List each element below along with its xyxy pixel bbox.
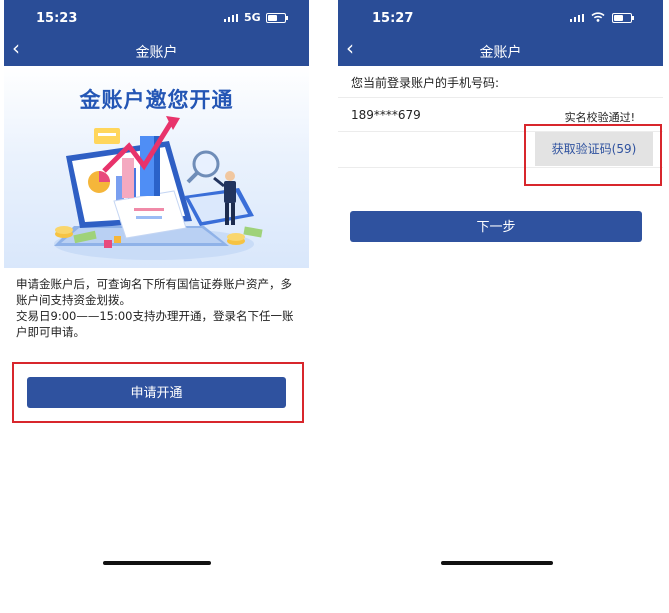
phone-screen-apply: 15:23 5G ‹ 金账户 金账户邀您开通 申请金账户后，可查询名下所有国信证… [4, 0, 309, 613]
page-title: 金账户 [479, 45, 522, 61]
phone-screen-verify: 15:27 ‹ 金账户 您当前登录账户的手机号码: 189****679 实名校… [338, 0, 663, 613]
network-type: 5G [244, 11, 261, 24]
divider [338, 97, 663, 98]
next-step-button[interactable]: 下一步 [350, 211, 642, 242]
status-bar: 15:23 5G [4, 0, 309, 34]
promo-banner: 金账户邀您开通 [4, 66, 309, 268]
status-bar: 15:27 [338, 0, 663, 34]
status-time: 15:27 [372, 11, 414, 26]
description-line-2: 交易日9:00——15:00支持办理开通，登录名下任一账户即可申请。 [16, 309, 294, 339]
home-indicator [441, 561, 553, 565]
home-indicator [103, 561, 211, 565]
description-line-1: 申请金账户后，可查询名下所有国信证券账户资产，多账户间支持资金划拨。 [16, 277, 292, 307]
nav-bar: ‹ 金账户 [4, 34, 309, 66]
signal-icon [570, 14, 586, 22]
nav-bar: ‹ 金账户 [338, 34, 663, 66]
wifi-icon [591, 12, 605, 22]
verification-status: 实名校验通过! [564, 111, 635, 124]
status-time: 15:23 [36, 11, 78, 26]
masked-phone-number: 189****679 [351, 108, 421, 122]
finance-laptop-illustration-icon [54, 116, 263, 260]
phone-number-label: 您当前登录账户的手机号码: [351, 76, 500, 90]
get-verification-code-button[interactable]: 获取验证码(59) [535, 132, 653, 166]
battery-icon [612, 13, 634, 23]
page-title: 金账户 [135, 45, 178, 61]
account-description: 申请金账户后，可查询名下所有国信证券账户资产，多账户间支持资金划拨。 交易日9:… [16, 276, 300, 340]
apply-button[interactable]: 申请开通 [27, 377, 286, 408]
battery-icon [266, 13, 288, 23]
signal-icon [224, 14, 240, 22]
banner-title: 金账户邀您开通 [79, 88, 234, 112]
